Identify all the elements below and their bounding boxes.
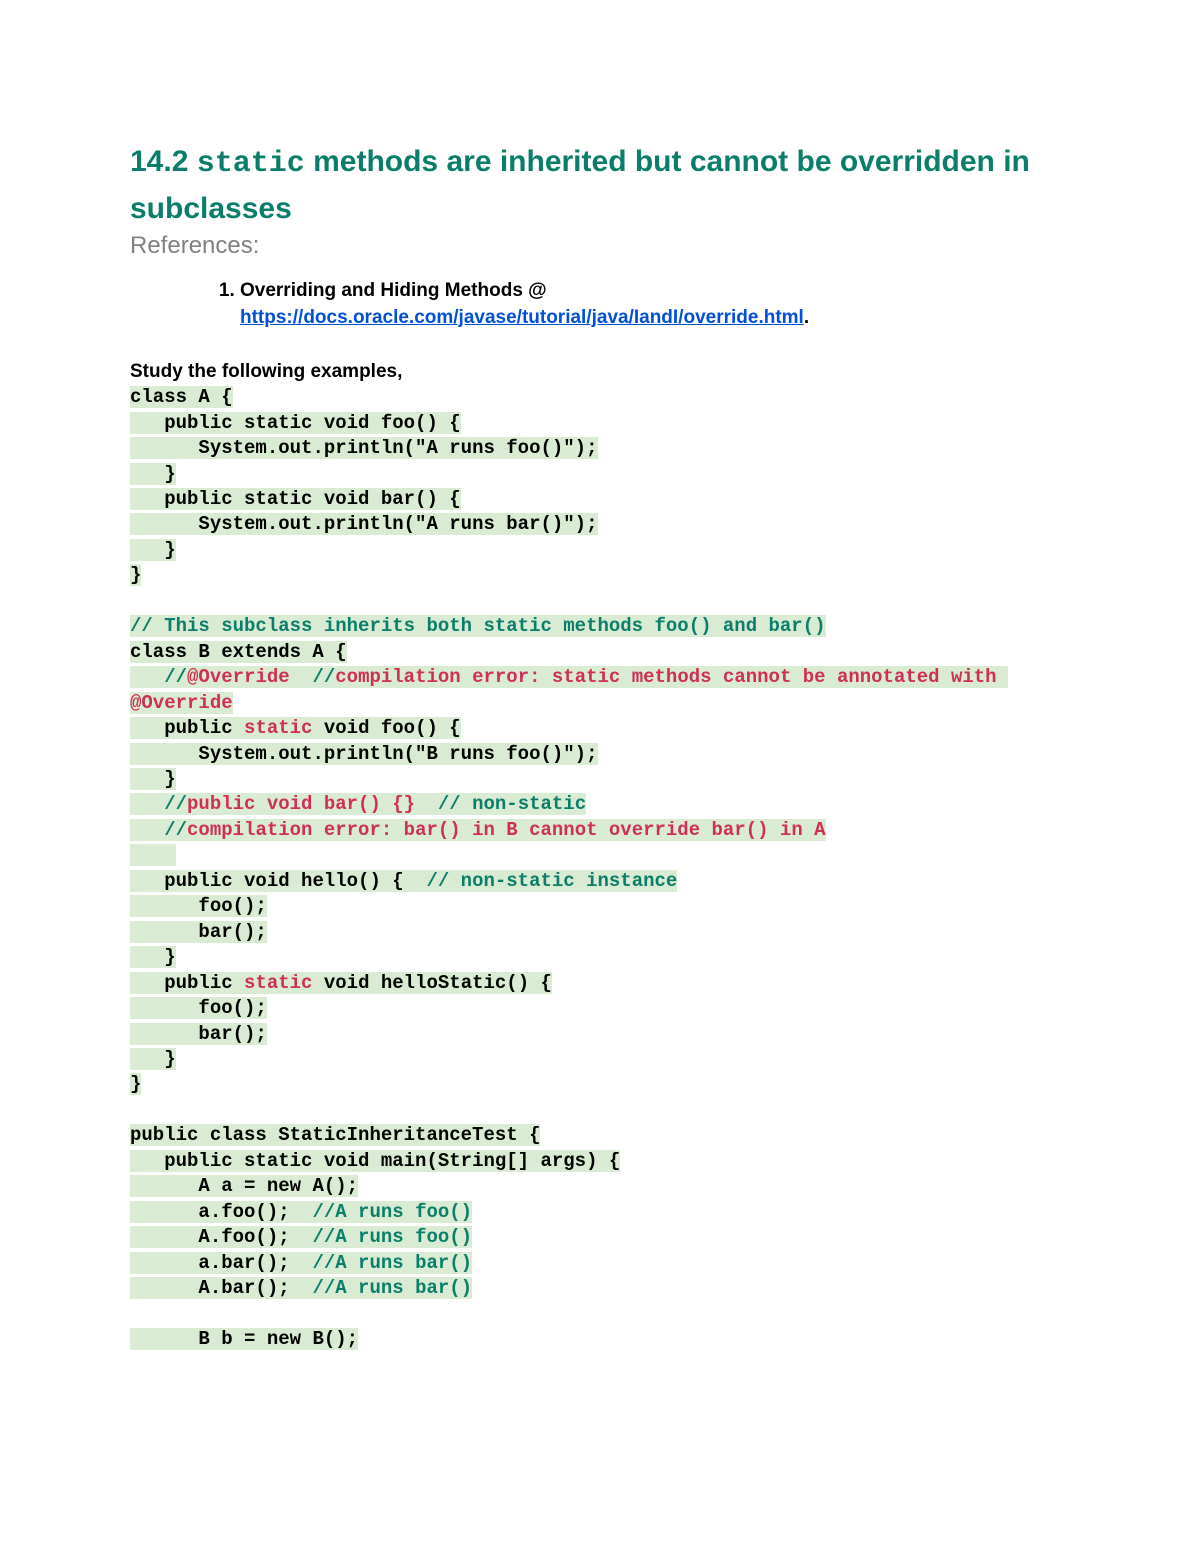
code-line: foo(); bbox=[130, 997, 267, 1019]
code-line: A a = new A(); bbox=[130, 1175, 358, 1197]
references-list: Overriding and Hiding Methods @ https://… bbox=[130, 278, 1070, 331]
section-heading: 14.2 static methods are inherited but ca… bbox=[130, 140, 1070, 230]
code-token: //A runs bar() bbox=[312, 1277, 472, 1299]
code-line: public class StaticInheritanceTest { bbox=[130, 1124, 540, 1146]
code-line: System.out.println("B runs foo()"); bbox=[130, 743, 598, 765]
code-line: } bbox=[130, 1073, 141, 1095]
code-token: compilation error: static methods cannot… bbox=[335, 666, 1008, 688]
code-line: } bbox=[130, 463, 176, 485]
code-line: // This subclass inherits both static me… bbox=[130, 615, 826, 637]
page: 14.2 static methods are inherited but ca… bbox=[0, 0, 1200, 1553]
code-line: System.out.println("A runs foo()"); bbox=[130, 437, 598, 459]
references-label: References: bbox=[130, 232, 1070, 260]
study-label: Study the following examples, bbox=[130, 361, 1070, 383]
code-line: bar(); bbox=[130, 921, 267, 943]
code-line: A.foo(); //A runs foo() bbox=[130, 1226, 472, 1248]
code-token: //A runs foo() bbox=[312, 1226, 472, 1248]
code-line: } bbox=[130, 946, 176, 968]
code-line: class B extends A { bbox=[130, 641, 347, 663]
code-token: // non-static instance bbox=[426, 870, 677, 892]
code-block: class A { public static void foo() { Sys… bbox=[130, 385, 1070, 1352]
code-line: B b = new B(); bbox=[130, 1328, 358, 1350]
code-token: static bbox=[244, 717, 312, 739]
code-line: //public void bar() {} // non-static bbox=[130, 793, 586, 815]
reference-item: Overriding and Hiding Methods @ https://… bbox=[240, 278, 1070, 331]
code-line: public static void bar() { bbox=[130, 488, 461, 510]
reference-link[interactable]: https://docs.oracle.com/javase/tutorial/… bbox=[240, 307, 804, 328]
code-token: // bbox=[164, 819, 187, 841]
reference-prefix: Overriding and Hiding Methods @ bbox=[240, 280, 547, 301]
code-line: class A { bbox=[130, 386, 233, 408]
code-line: public static void foo() { bbox=[130, 717, 461, 739]
code-token: //A runs bar() bbox=[312, 1252, 472, 1274]
code-token: // bbox=[164, 793, 187, 815]
code-line: a.bar(); //A runs bar() bbox=[130, 1252, 472, 1274]
code-line: public static void foo() { bbox=[130, 412, 461, 434]
code-line: public void hello() { // non-static inst… bbox=[130, 870, 677, 892]
code-token: @Override bbox=[130, 692, 233, 714]
code-line: } bbox=[130, 564, 141, 586]
code-line: } bbox=[130, 768, 176, 790]
code-token: // bbox=[164, 666, 187, 688]
code-line: A.bar(); //A runs bar() bbox=[130, 1277, 472, 1299]
code-line: //compilation error: bar() in B cannot o… bbox=[130, 819, 826, 841]
code-line: a.foo(); //A runs foo() bbox=[130, 1201, 472, 1223]
code-token: // This subclass inherits both static me… bbox=[130, 615, 826, 637]
reference-suffix: . bbox=[804, 307, 809, 328]
code-line: } bbox=[130, 1048, 176, 1070]
section-number: 14.2 bbox=[130, 145, 188, 178]
code-token: @Override bbox=[187, 666, 312, 688]
code-line: //@Override //compilation error: static … bbox=[130, 666, 1008, 688]
code-token: // bbox=[312, 666, 335, 688]
code-line: public static void helloStatic() { bbox=[130, 972, 552, 994]
code-token: public void bar() {} bbox=[187, 793, 438, 815]
code-line: } bbox=[130, 539, 176, 561]
code-line: System.out.println("A runs bar()"); bbox=[130, 513, 598, 535]
code-line: @Override bbox=[130, 692, 233, 714]
code-line: public static void main(String[] args) { bbox=[130, 1150, 620, 1172]
section-code-keyword: static bbox=[197, 147, 305, 181]
code-line bbox=[130, 844, 176, 866]
code-line: bar(); bbox=[130, 1023, 267, 1045]
code-token: compilation error: bar() in B cannot ove… bbox=[187, 819, 826, 841]
code-token: //A runs foo() bbox=[312, 1201, 472, 1223]
code-token: static bbox=[244, 972, 312, 994]
code-line: foo(); bbox=[130, 895, 267, 917]
code-token: // non-static bbox=[438, 793, 586, 815]
